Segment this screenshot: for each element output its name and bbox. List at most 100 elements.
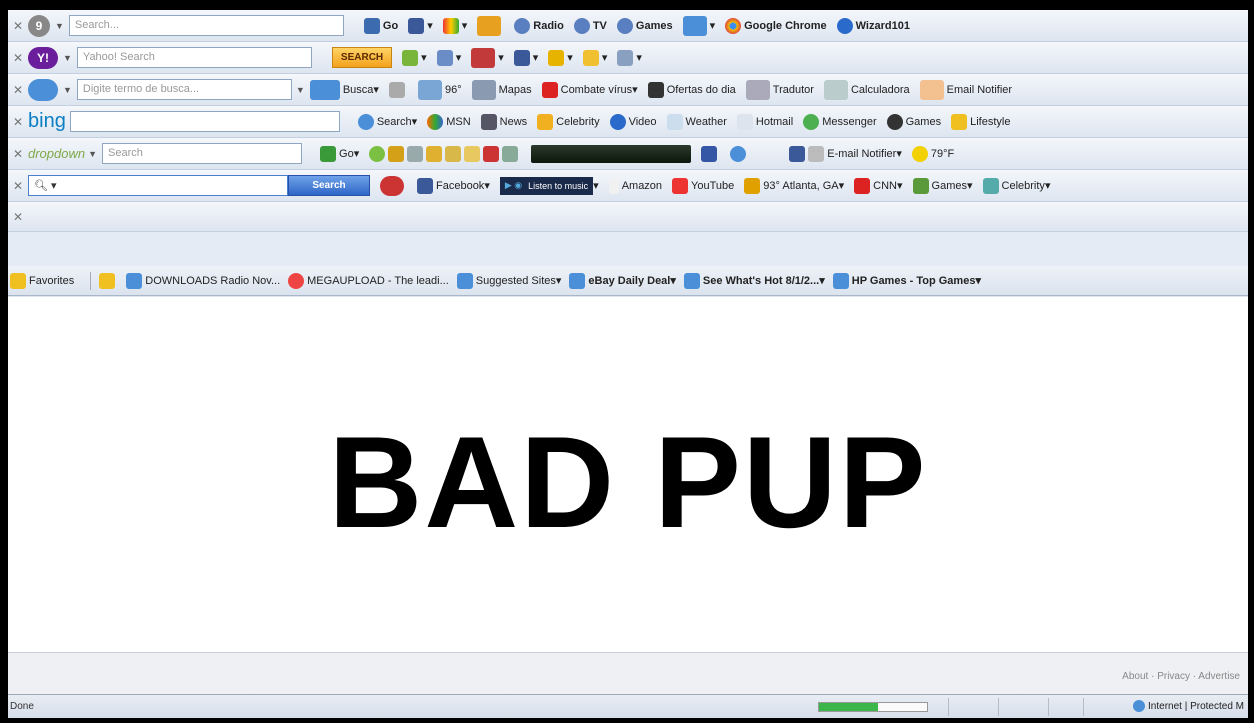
weather-button[interactable]: Weather xyxy=(666,113,727,130)
radio-button[interactable]: Radio xyxy=(514,17,564,34)
footer-links[interactable]: About · Privacy · Advertise xyxy=(1122,671,1240,682)
toolbar-item[interactable] xyxy=(380,175,407,196)
celebrity-button[interactable]: Celebrity xyxy=(537,113,600,130)
wizard101-button[interactable]: Wizard101 xyxy=(836,17,910,34)
toolbar-item[interactable]: ▾ xyxy=(436,49,461,66)
star-icon xyxy=(537,113,554,130)
youtube-button[interactable]: YouTube xyxy=(672,177,734,194)
play-icon[interactable]: ▶ ◉ xyxy=(505,180,522,191)
facebook-button[interactable]: ▾ xyxy=(408,17,433,34)
facebook-button[interactable]: Facebook ▾ xyxy=(417,177,490,194)
favorite-link[interactable]: eBay Daily Deal ▾ xyxy=(569,272,676,289)
search-icon xyxy=(357,113,374,130)
sun-icon xyxy=(911,145,928,162)
amazon-button[interactable]: Amazon xyxy=(608,177,662,194)
close-icon[interactable]: ✕ xyxy=(8,51,28,65)
add-favorite-icon xyxy=(99,272,116,289)
toolbar-logo-icon[interactable]: 9 xyxy=(28,14,50,37)
weather-button[interactable]: 96° xyxy=(417,79,462,100)
widget-button[interactable] xyxy=(477,15,504,36)
close-icon[interactable]: ✕ xyxy=(8,83,28,97)
email-notifier-button[interactable]: E-mail Notifier ▾ xyxy=(789,145,902,162)
refresh-button[interactable] xyxy=(730,145,749,162)
messenger-button[interactable]: Messenger xyxy=(803,113,877,130)
add-favorite-button[interactable] xyxy=(99,272,118,289)
games-button[interactable]: Games xyxy=(616,17,673,34)
toolbar-item[interactable]: ▾ xyxy=(582,49,607,66)
media-icon xyxy=(682,15,707,36)
toolbar-item[interactable]: ▾ xyxy=(513,49,538,66)
tradutor-button[interactable]: Tradutor xyxy=(745,79,814,100)
tool-button[interactable] xyxy=(388,81,408,98)
combate-virus-button[interactable]: Combate vírus ▾ xyxy=(541,81,638,98)
yahoo-search-input[interactable]: Yahoo! Search xyxy=(76,47,312,68)
mega-icon xyxy=(288,272,305,289)
logo-icon xyxy=(380,175,404,196)
ie-icon xyxy=(126,272,143,289)
cloud-logo-icon[interactable] xyxy=(28,78,58,101)
bing-logo[interactable]: bing xyxy=(28,110,66,133)
search-input[interactable]: Search... xyxy=(68,15,344,36)
play-icon xyxy=(609,113,626,130)
calculadora-button[interactable]: Calculadora xyxy=(823,79,910,100)
busca-input[interactable]: Digite termo de busca... xyxy=(76,79,292,100)
search-input[interactable]: 🔍︎ ▾ xyxy=(28,175,288,196)
close-icon[interactable]: ✕ xyxy=(8,115,28,129)
favorite-link[interactable]: See What's Hot 8/1/2... ▾ xyxy=(683,272,825,289)
weather-temp[interactable]: 79°F xyxy=(911,145,954,162)
weather-button[interactable]: 93° Atlanta, GA ▾ xyxy=(744,177,844,194)
security-zone[interactable]: Internet | Protected M xyxy=(1133,700,1244,712)
go-button[interactable]: Go ▾ xyxy=(320,145,359,162)
close-icon[interactable]: ✕ xyxy=(8,147,28,161)
google-chrome-button[interactable]: Google Chrome xyxy=(725,17,827,34)
search-input[interactable]: Search xyxy=(102,143,303,164)
busca-button[interactable]: Busca ▾ xyxy=(309,79,379,100)
chevron-down-icon[interactable]: ▼ xyxy=(63,85,72,95)
games-button[interactable]: Games xyxy=(886,113,941,130)
cnn-button[interactable]: CNN ▾ xyxy=(854,177,903,194)
facebook-icon xyxy=(513,49,530,66)
bing-search-button[interactable]: Search ▾ xyxy=(357,113,417,130)
news-button[interactable]: News xyxy=(480,113,527,130)
chevron-down-icon[interactable]: ▼ xyxy=(296,85,305,95)
media-button[interactable]: ▾ xyxy=(682,15,715,36)
chevron-down-icon[interactable]: ▼ xyxy=(88,149,97,159)
player-widget[interactable] xyxy=(531,144,692,163)
music-player[interactable]: ▶ ◉ Listen to music ▾ xyxy=(499,176,599,195)
toolbar-item[interactable]: ▾ xyxy=(548,49,573,66)
ofertas-button[interactable]: Ofertas do dia xyxy=(647,81,736,98)
email-notifier-button[interactable]: Email Notifier xyxy=(919,79,1012,100)
favorites-button[interactable]: Favorites xyxy=(10,272,74,289)
yahoo-search-button[interactable]: SEARCH xyxy=(331,47,393,68)
favorite-link[interactable]: DOWNLOADS Radio Nov... xyxy=(126,272,280,289)
msn-button[interactable]: MSN xyxy=(427,113,471,130)
games-controller-button[interactable] xyxy=(701,145,720,162)
toolbar-item[interactable]: ▾ xyxy=(617,49,642,66)
video-button[interactable]: Video xyxy=(609,113,657,130)
favorite-link[interactable]: Suggested Sites ▾ xyxy=(456,272,561,289)
ie-icon xyxy=(456,272,473,289)
hotmail-button[interactable]: Hotmail xyxy=(736,113,793,130)
close-icon[interactable]: ✕ xyxy=(8,19,28,33)
favorite-link[interactable]: MEGAUPLOAD - The leadi... xyxy=(288,272,449,289)
chevron-down-icon[interactable]: ▼ xyxy=(55,21,64,31)
mapas-button[interactable]: Mapas xyxy=(471,79,532,100)
toolbar-item[interactable]: ▾ xyxy=(402,49,427,66)
tv-button[interactable]: TV xyxy=(573,17,607,34)
amazon-icon xyxy=(608,177,619,194)
search-button[interactable]: Search xyxy=(288,175,370,196)
toolbar-logo[interactable]: dropdown xyxy=(28,146,85,161)
chevron-down-icon[interactable]: ▼ xyxy=(63,53,72,63)
close-icon[interactable]: ✕ xyxy=(8,210,28,224)
favorite-link[interactable]: HP Games - Top Games ▾ xyxy=(832,272,981,289)
close-icon[interactable]: ✕ xyxy=(8,179,28,193)
games-button[interactable]: Games ▾ xyxy=(912,177,973,194)
app-strip[interactable] xyxy=(369,145,521,162)
yahoo-logo-icon[interactable]: Y! xyxy=(28,46,58,69)
lifestyle-button[interactable]: Lifestyle xyxy=(951,113,1010,130)
toolbar-item[interactable]: ▾ xyxy=(471,47,504,68)
colors-button[interactable]: ▾ xyxy=(442,17,467,34)
bing-search-input[interactable] xyxy=(69,111,340,132)
go-button[interactable]: Go xyxy=(363,17,398,34)
celebrity-button[interactable]: Celebrity ▾ xyxy=(982,177,1050,194)
